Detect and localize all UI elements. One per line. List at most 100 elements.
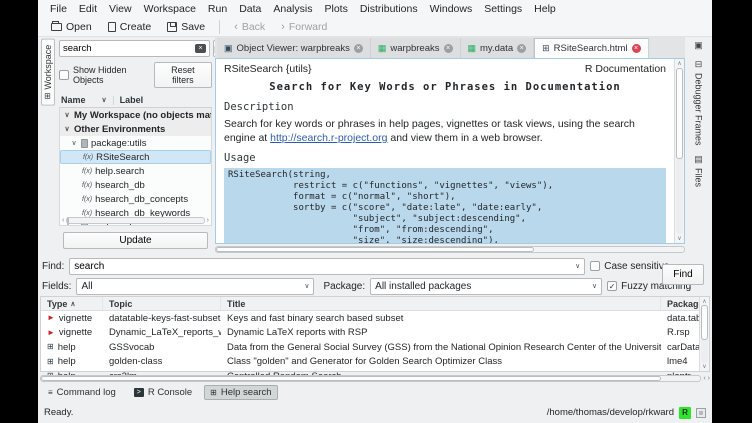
scroll-right-icon[interactable]: › (708, 375, 710, 382)
find-input[interactable] (74, 261, 571, 272)
menu-data[interactable]: Data (233, 2, 267, 16)
result-topic: Dynamic_LaTeX_reports_with_RSP (103, 327, 221, 338)
scroll-down-icon[interactable]: ∨ (702, 363, 706, 370)
detach-icon[interactable]: ▣ (694, 40, 703, 51)
menu-help[interactable]: Help (528, 2, 562, 16)
result-row[interactable]: ⊞help golden-class Class "golden" and Ge… (41, 355, 699, 370)
menu-windows[interactable]: Windows (424, 2, 479, 16)
find-button[interactable]: Find (662, 264, 704, 285)
reset-filters-button[interactable]: Reset filters (154, 62, 212, 88)
help-search-tab[interactable]: ⊞ Help search (204, 385, 277, 400)
tab-warpbreaks[interactable]: ▦ warpbreaks × (371, 38, 461, 58)
results-vertical-scrollbar[interactable]: ∧ ∨ (699, 297, 709, 371)
r-engine-status-badge: R (679, 407, 691, 419)
forward-button[interactable]: › Forward (274, 19, 334, 35)
spreadsheet-icon: ▦ (468, 44, 477, 53)
clear-search-icon[interactable]: × (195, 44, 206, 53)
tab-rsitesearch-html[interactable]: ⊞ RSiteSearch.html × (534, 38, 648, 58)
object-search-input[interactable] (63, 43, 195, 54)
scrollbar-thumb[interactable] (701, 305, 708, 340)
scrollbar-track[interactable] (40, 375, 701, 382)
tree-item-other-environments[interactable]: ∨ Other Environments (60, 122, 211, 136)
scrollbar-track[interactable] (701, 305, 708, 363)
scroll-left-icon[interactable]: ‹ (62, 217, 64, 224)
scroll-up-icon[interactable]: ∧ (677, 60, 681, 67)
close-tab-icon[interactable]: × (354, 44, 363, 53)
menu-distributions[interactable]: Distributions (354, 2, 424, 16)
help-icon: ⊞ (47, 358, 54, 366)
scrollbar-thumb[interactable] (216, 247, 534, 252)
fields-combobox[interactable]: All ∨ (76, 278, 314, 295)
back-button[interactable]: ‹ Back (227, 19, 272, 35)
case-sensitive-checkbox[interactable] (590, 261, 600, 271)
chevron-down-icon[interactable]: ∨ (575, 262, 580, 270)
open-button[interactable]: Open (44, 19, 99, 35)
menu-analysis[interactable]: Analysis (267, 2, 318, 16)
tree-item-my-workspace[interactable]: ∨ My Workspace (no objects matching filt… (60, 108, 211, 122)
scrollbar-thumb[interactable] (41, 376, 661, 381)
doc-vertical-scrollbar[interactable]: ∧ ∨ (674, 59, 684, 243)
expander-icon[interactable]: ∨ (70, 139, 78, 147)
tree-column-header[interactable]: Name ∨ Label (59, 93, 212, 108)
column-type[interactable]: Type ∧ (41, 297, 103, 310)
column-topic[interactable]: Topic (103, 297, 221, 310)
show-hidden-checkbox[interactable] (59, 70, 69, 80)
fuzzy-matching-checkbox[interactable]: ✓ (607, 281, 617, 291)
menu-file[interactable]: File (44, 2, 73, 16)
scrollbar-track[interactable] (215, 246, 685, 253)
results-horizontal-scrollbar[interactable]: ‹ › (40, 374, 710, 382)
tab-object-viewer-warpbreaks[interactable]: ▣ Object Viewer: warpbreaks × (217, 38, 371, 58)
save-button[interactable]: Save (160, 19, 212, 35)
menu-settings[interactable]: Settings (478, 2, 528, 16)
column-title-label: Title (227, 299, 245, 309)
tree-item-package-utils[interactable]: ∨ package:utils (60, 136, 211, 150)
scrollbar-track[interactable] (66, 217, 204, 224)
tree-item-hsearch-db[interactable]: f(x) hsearch_db (60, 178, 211, 192)
main-toolbar: Open Create Save ‹ Back › Forward (38, 17, 712, 37)
menu-view[interactable]: View (103, 2, 138, 16)
menu-plots[interactable]: Plots (318, 2, 353, 16)
result-row[interactable]: ►vignette Dynamic_LaTeX_reports_with_RSP… (41, 326, 699, 341)
command-log-tab[interactable]: ≡ Command log (42, 385, 122, 400)
expander-icon[interactable]: ∨ (63, 111, 71, 119)
scroll-right-icon[interactable]: › (207, 217, 209, 224)
object-tree: ∨ My Workspace (no objects matching filt… (59, 108, 212, 226)
workspace-vertical-tab[interactable]: ⊞ Workspace (41, 39, 55, 106)
tree-horizontal-scrollbar[interactable]: ‹ › (62, 216, 209, 224)
menu-edit[interactable]: Edit (73, 2, 103, 16)
create-button[interactable]: Create (101, 19, 159, 35)
tree-item-help-search[interactable]: f(x) help.search (60, 164, 211, 178)
tab-my-data[interactable]: ▦ my.data × (461, 38, 535, 58)
tree-item-hsearch-db-concepts[interactable]: f(x) hsearch_db_concepts (60, 192, 211, 206)
case-sensitive-label: Case sensitive (604, 261, 669, 272)
status-message: Ready. (44, 407, 73, 418)
case-sensitive-option[interactable]: Case sensitive (590, 261, 669, 272)
r-console-tab[interactable]: > R Console (128, 385, 198, 400)
files-vertical-tab[interactable]: ▤ Files (694, 154, 704, 187)
scroll-up-icon[interactable]: ∧ (702, 298, 706, 305)
expander-icon[interactable]: ∨ (63, 125, 71, 133)
close-tab-icon[interactable]: × (517, 44, 526, 53)
scroll-down-icon[interactable]: ∨ (677, 235, 681, 242)
back-label: Back (242, 21, 265, 33)
search-r-project-link[interactable]: http://search.r-project.org (270, 132, 387, 144)
debugger-frames-vertical-tab[interactable]: ⊟ Debugger Frames (694, 59, 704, 146)
usage-code-block[interactable]: RSiteSearch(string, restrict = c("functi… (224, 168, 666, 243)
column-title[interactable]: Title (221, 297, 661, 310)
stop-engine-icon[interactable] (696, 408, 706, 418)
scrollbar-thumb[interactable] (676, 68, 683, 159)
column-package[interactable]: Package (661, 297, 705, 310)
tab-label: warpbreaks (390, 43, 439, 54)
result-row[interactable]: ►vignette datatable-keys-fast-subset Key… (41, 311, 699, 326)
package-combobox[interactable]: All installed packages ∨ (370, 278, 602, 295)
doc-horizontal-scrollbar[interactable] (215, 245, 685, 253)
scrollbar-track[interactable] (676, 68, 683, 234)
close-tab-icon[interactable]: × (444, 44, 453, 53)
scroll-left-icon[interactable]: ‹ (703, 375, 705, 382)
menu-run[interactable]: Run (202, 2, 233, 16)
tree-item-rsitesearch[interactable]: f(x) RSiteSearch (60, 150, 211, 164)
menu-workspace[interactable]: Workspace (138, 2, 202, 16)
result-row[interactable]: ⊞help GSSvocab Data from the General Soc… (41, 340, 699, 355)
close-tab-icon[interactable]: × (632, 44, 641, 53)
update-button[interactable]: Update (63, 232, 208, 249)
